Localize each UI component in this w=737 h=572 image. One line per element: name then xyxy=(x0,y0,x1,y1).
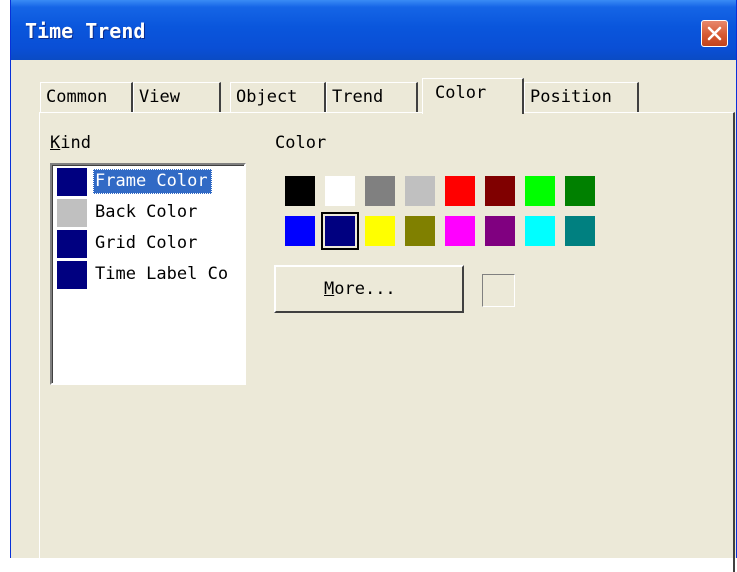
close-button[interactable] xyxy=(701,20,728,47)
palette-swatch[interactable] xyxy=(445,176,475,206)
title-bar: Time Trend xyxy=(11,0,736,60)
color-swatch xyxy=(57,230,87,258)
palette-swatch[interactable] xyxy=(365,216,395,246)
list-item-label: Frame Color xyxy=(93,169,212,194)
palette-swatch[interactable] xyxy=(365,176,395,206)
color-swatch xyxy=(57,168,87,196)
palette-swatch[interactable] xyxy=(565,216,595,246)
tab-strip: Common View Object Trend Color Position xyxy=(40,78,680,114)
list-item-label: Grid Color xyxy=(95,233,198,253)
tab-common[interactable]: Common xyxy=(40,82,133,112)
tab-trend[interactable]: Trend xyxy=(326,82,418,112)
palette-swatch[interactable] xyxy=(565,176,595,206)
palette-swatch[interactable] xyxy=(525,176,555,206)
tab-object[interactable]: Object xyxy=(230,82,326,112)
tab-label: Object xyxy=(236,87,298,107)
palette-swatch[interactable] xyxy=(325,176,355,206)
tab-label: Color xyxy=(435,83,487,103)
more-button-label: More... xyxy=(324,279,396,299)
color-label: Color xyxy=(275,133,327,153)
palette-swatch[interactable] xyxy=(405,176,435,206)
list-item-label: Time Label Co xyxy=(95,264,229,284)
window-title: Time Trend xyxy=(25,19,146,43)
tab-label: Common xyxy=(46,87,108,107)
color-swatch xyxy=(57,261,87,289)
time-trend-dialog: Time Trend Common View Object Trend Colo… xyxy=(10,0,737,572)
list-item-grid-color[interactable]: Grid Color xyxy=(55,229,245,259)
tab-view[interactable]: View xyxy=(133,82,221,112)
list-item-time-label-color[interactable]: Time Label Co xyxy=(55,260,245,290)
palette-swatch[interactable] xyxy=(285,176,315,206)
color-preview xyxy=(482,274,515,307)
tab-position[interactable]: Position xyxy=(524,82,639,112)
kind-label: Kind xyxy=(50,133,91,153)
palette-swatch[interactable] xyxy=(485,176,515,206)
palette-swatch[interactable] xyxy=(321,212,359,250)
color-swatch xyxy=(57,199,87,227)
more-colors-button[interactable]: More... xyxy=(274,265,464,313)
close-icon xyxy=(707,26,722,41)
palette-swatch[interactable] xyxy=(525,216,555,246)
tab-color[interactable]: Color xyxy=(422,78,524,114)
tab-label: Trend xyxy=(332,87,384,107)
palette-swatch[interactable] xyxy=(285,216,315,246)
list-item-back-color[interactable]: Back Color xyxy=(55,198,245,228)
list-item-frame-color[interactable]: Frame Color xyxy=(55,167,245,197)
kind-listbox[interactable]: Frame Color Back Color Grid Color Time L… xyxy=(50,163,246,385)
palette-swatch[interactable] xyxy=(445,216,475,246)
tab-label: View xyxy=(139,87,180,107)
palette-swatch[interactable] xyxy=(485,216,515,246)
list-item-label: Back Color xyxy=(95,202,198,222)
tab-label: Position xyxy=(530,87,612,107)
palette-swatch[interactable] xyxy=(405,216,435,246)
